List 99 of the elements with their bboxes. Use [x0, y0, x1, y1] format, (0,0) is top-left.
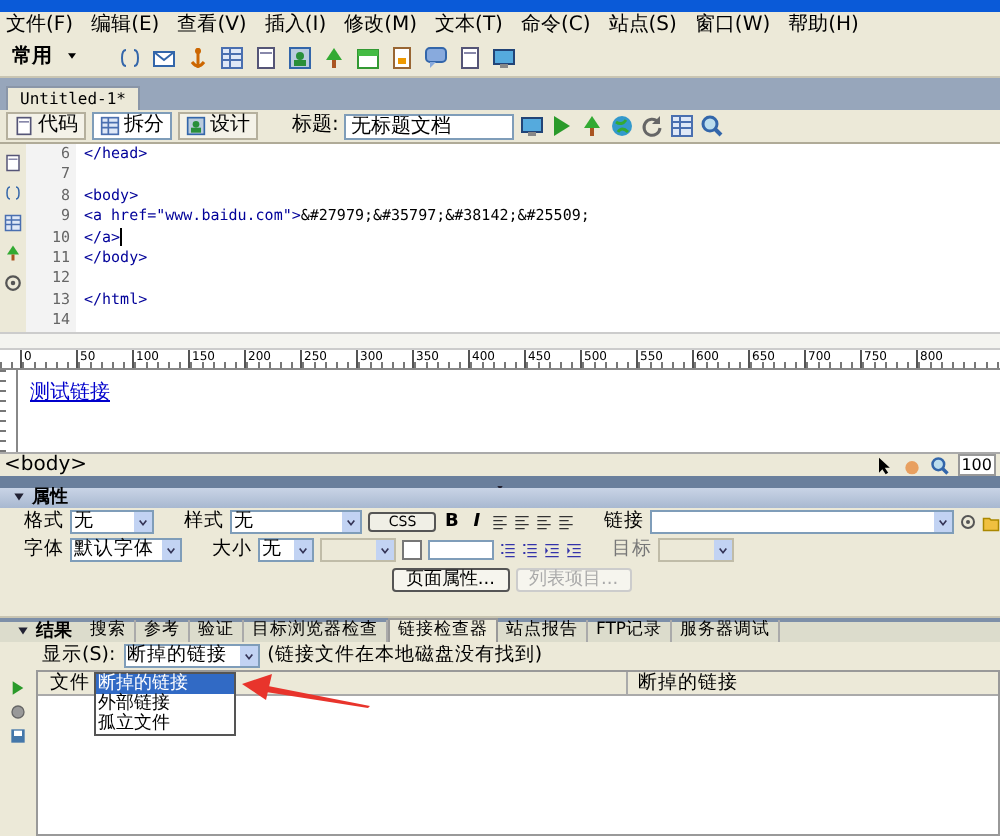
- text-link[interactable]: 测试链接: [30, 382, 110, 406]
- menu-item[interactable]: 帮助(H): [788, 13, 859, 37]
- table-icon[interactable]: [220, 45, 244, 69]
- view-button[interactable]: 拆分: [92, 112, 172, 140]
- chevron-icon[interactable]: [934, 512, 953, 532]
- screen-icon[interactable]: [492, 45, 516, 69]
- target-icon[interactable]: [960, 514, 977, 530]
- italic-button[interactable]: I: [467, 511, 487, 533]
- menu-item[interactable]: 命令(C): [520, 13, 591, 37]
- panel-tab[interactable]: 搜索: [82, 620, 136, 642]
- column-header: 断掉的链接: [636, 672, 738, 694]
- show-dropdown[interactable]: 断掉的链接: [123, 644, 260, 668]
- menu-item[interactable]: 窗口(W): [694, 13, 771, 37]
- field-label: 链接: [604, 511, 645, 533]
- refresh-icon[interactable]: [640, 114, 665, 138]
- list-icon[interactable]: [522, 542, 538, 558]
- chevron-icon[interactable]: [239, 646, 258, 666]
- chevron-icon[interactable]: [376, 540, 394, 560]
- status-note: (链接文件在本地磁盘没有找到): [267, 645, 543, 667]
- field-label: 目标: [612, 539, 652, 561]
- field-label: 大小: [212, 539, 252, 561]
- chevron-icon[interactable]: [294, 540, 312, 560]
- calendar-icon[interactable]: [356, 45, 380, 69]
- zoom-field[interactable]: 100: [957, 454, 996, 476]
- align-icon[interactable]: [558, 514, 575, 530]
- style-dropdown[interactable]: 无: [229, 510, 363, 534]
- anchor-icon[interactable]: [186, 45, 210, 69]
- menu-item[interactable]: 编辑(E): [91, 13, 160, 37]
- dropdown-option[interactable]: 外部链接: [96, 694, 234, 714]
- panel-tab[interactable]: 参考: [136, 620, 190, 642]
- title-label: 标题:: [292, 114, 339, 138]
- menu-item[interactable]: 插入(I): [264, 13, 327, 37]
- chevron-icon[interactable]: [342, 512, 361, 532]
- chevron-icon[interactable]: [162, 540, 180, 560]
- align-icon[interactable]: [514, 514, 531, 530]
- view-button[interactable]: 设计: [178, 112, 258, 140]
- panel-tab[interactable]: 验证: [190, 620, 244, 642]
- chevron-icon[interactable]: [714, 540, 732, 560]
- menu-item[interactable]: 文本(T): [435, 13, 503, 37]
- panel-tab[interactable]: FTP记录: [588, 620, 673, 642]
- horizontal-scrollbar[interactable]: [0, 334, 1000, 350]
- indent-icon[interactable]: [566, 542, 582, 558]
- tag-selector[interactable]: <body>: [4, 453, 87, 477]
- size-dropdown[interactable]: 无: [258, 538, 314, 562]
- font-dropdown[interactable]: 默认字体: [70, 538, 182, 562]
- title-field[interactable]: 无标题文档: [344, 113, 515, 139]
- field-label: 样式: [183, 511, 224, 533]
- page-properties-button[interactable]: 页面属性...: [391, 568, 509, 592]
- page-icon[interactable]: [4, 152, 22, 170]
- document-icon[interactable]: [390, 45, 414, 69]
- align-icon[interactable]: [492, 514, 509, 530]
- save-icon[interactable]: [10, 726, 26, 742]
- view-icon: [100, 116, 120, 136]
- color-field[interactable]: [428, 540, 494, 560]
- view-icon: [186, 116, 206, 136]
- page-icon[interactable]: [458, 45, 482, 69]
- view-icon: [14, 116, 34, 136]
- panel-title: 属性: [32, 488, 68, 508]
- category-dropdown[interactable]: 常用: [8, 45, 108, 69]
- zoom-icon[interactable]: [929, 455, 950, 475]
- menu-item[interactable]: 站点(S): [608, 13, 677, 37]
- link-field[interactable]: [650, 510, 955, 534]
- list-icon[interactable]: [500, 542, 516, 558]
- folder-icon[interactable]: [982, 513, 1000, 531]
- document-tab[interactable]: Untitled-1*: [6, 85, 140, 110]
- chevron-icon[interactable]: [133, 512, 152, 532]
- field-label: 字体: [24, 539, 64, 561]
- chat-icon[interactable]: [424, 45, 448, 69]
- arrow: [242, 674, 370, 708]
- menu-item[interactable]: 修改(M): [344, 13, 418, 37]
- tree-icon[interactable]: [4, 242, 22, 260]
- panel-title: 结果: [36, 621, 72, 642]
- pointer-icon[interactable]: [873, 455, 894, 475]
- color-swatch[interactable]: [402, 540, 422, 560]
- globe-icon[interactable]: [610, 114, 635, 138]
- target-icon[interactable]: [4, 272, 22, 290]
- panel-tab[interactable]: 服务器调试: [672, 620, 781, 642]
- dropdown-option[interactable]: 孤立文件: [96, 714, 234, 734]
- field-label: 格式: [24, 511, 64, 533]
- align-icon[interactable]: [536, 514, 553, 530]
- image-icon[interactable]: [288, 45, 312, 69]
- menu-item[interactable]: 文件(F): [6, 13, 74, 37]
- bold-button[interactable]: B: [442, 511, 462, 533]
- indent-icon[interactable]: [544, 542, 560, 558]
- vertical-ruler: [0, 370, 18, 452]
- brace-icon[interactable]: [4, 182, 22, 200]
- panel-tab[interactable]: 链接检查器: [388, 618, 498, 642]
- stop-icon[interactable]: [10, 702, 26, 718]
- play-icon[interactable]: [10, 678, 26, 694]
- view-button[interactable]: 代码: [6, 112, 86, 140]
- dropdown-option[interactable]: 断掉的链接: [96, 674, 234, 694]
- mail-icon[interactable]: [152, 45, 176, 69]
- show-label: 显示(S):: [42, 645, 116, 667]
- panel-tab[interactable]: 站点报告: [498, 620, 588, 642]
- menu-item[interactable]: 查看(V): [177, 13, 247, 37]
- link-icon[interactable]: [118, 45, 142, 69]
- table-icon[interactable]: [4, 212, 22, 230]
- tree-icon[interactable]: [322, 45, 346, 69]
- format-dropdown[interactable]: 无: [70, 510, 154, 534]
